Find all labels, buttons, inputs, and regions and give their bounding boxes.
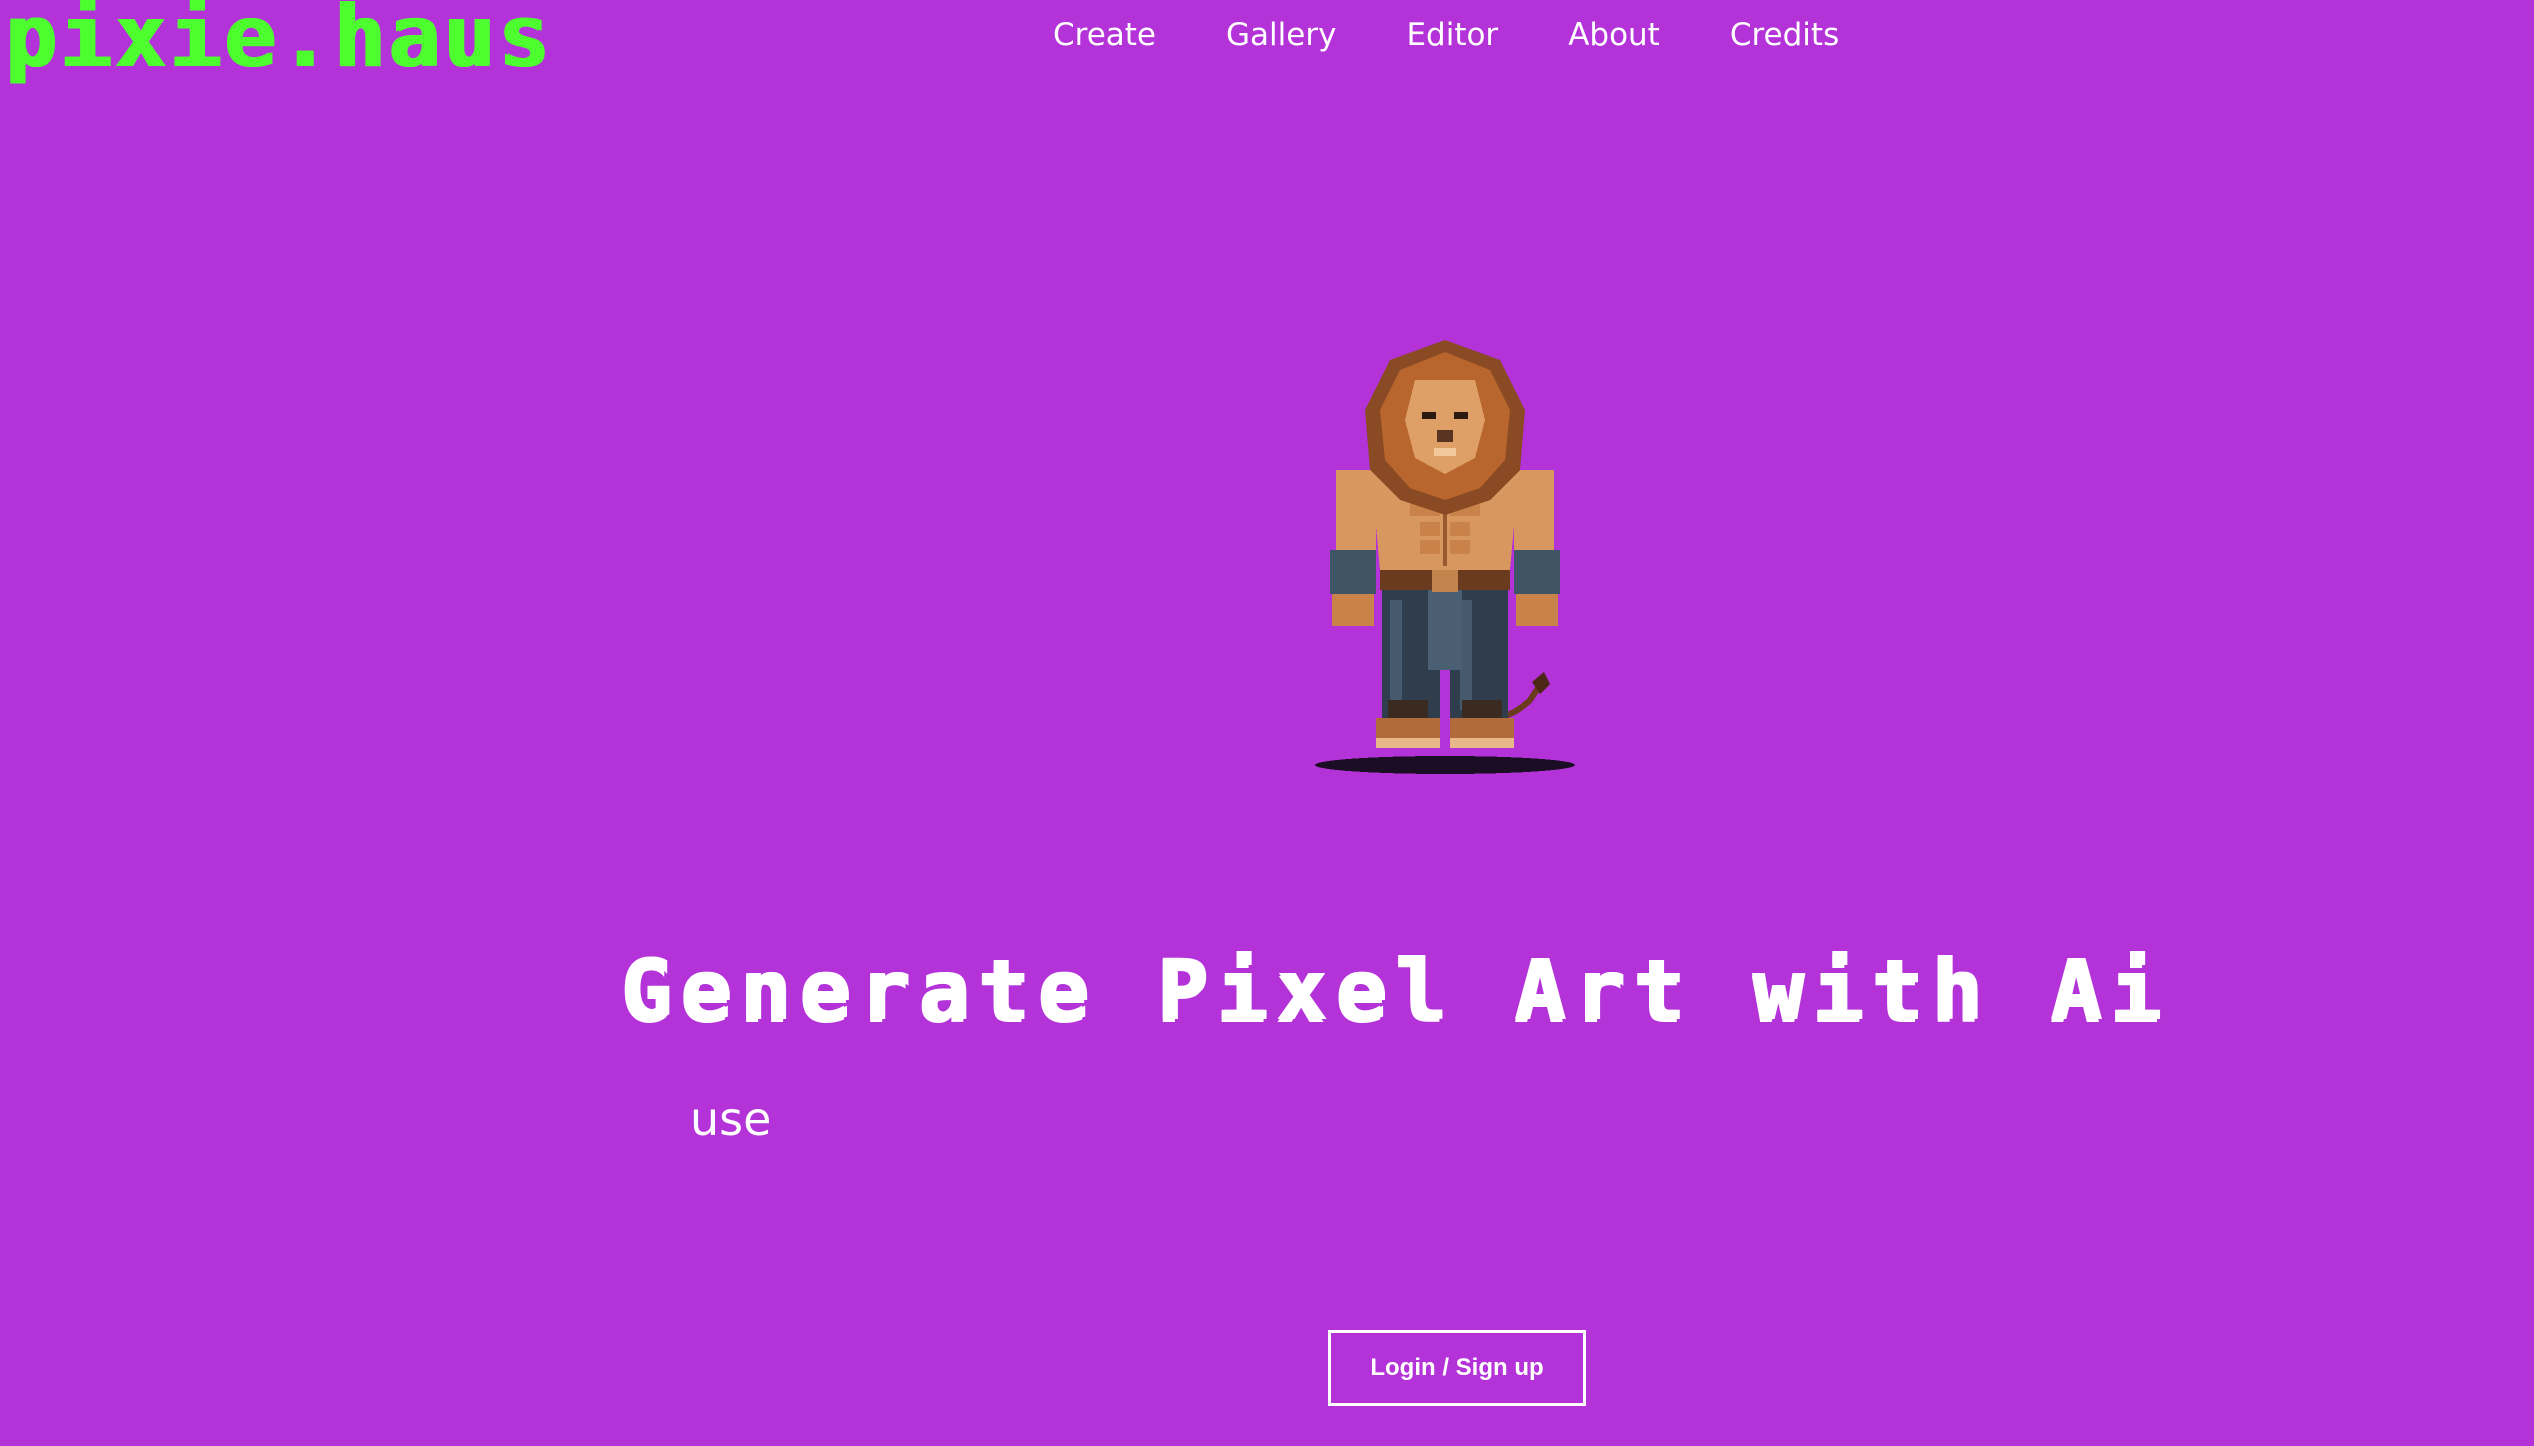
nav-about[interactable]: About xyxy=(1568,14,1660,56)
hero-headline: Generate Pixel Art with Ai xyxy=(620,941,2169,1039)
main-nav: Create Gallery Editor About Credits xyxy=(1053,14,1839,56)
site-logo[interactable]: pixie.haus xyxy=(4,0,552,80)
landing-page: pixie.haus Create Gallery Editor About C… xyxy=(0,0,2534,1446)
nav-editor[interactable]: Editor xyxy=(1406,14,1498,56)
login-signup-button[interactable]: Login / Sign up xyxy=(1328,1330,1586,1406)
hero-subline: use xyxy=(690,1092,772,1146)
nav-credits[interactable]: Credits xyxy=(1730,14,1839,56)
nav-gallery[interactable]: Gallery xyxy=(1226,14,1336,56)
nav-create[interactable]: Create xyxy=(1053,14,1156,56)
lion-warrior-image xyxy=(1315,340,1575,774)
